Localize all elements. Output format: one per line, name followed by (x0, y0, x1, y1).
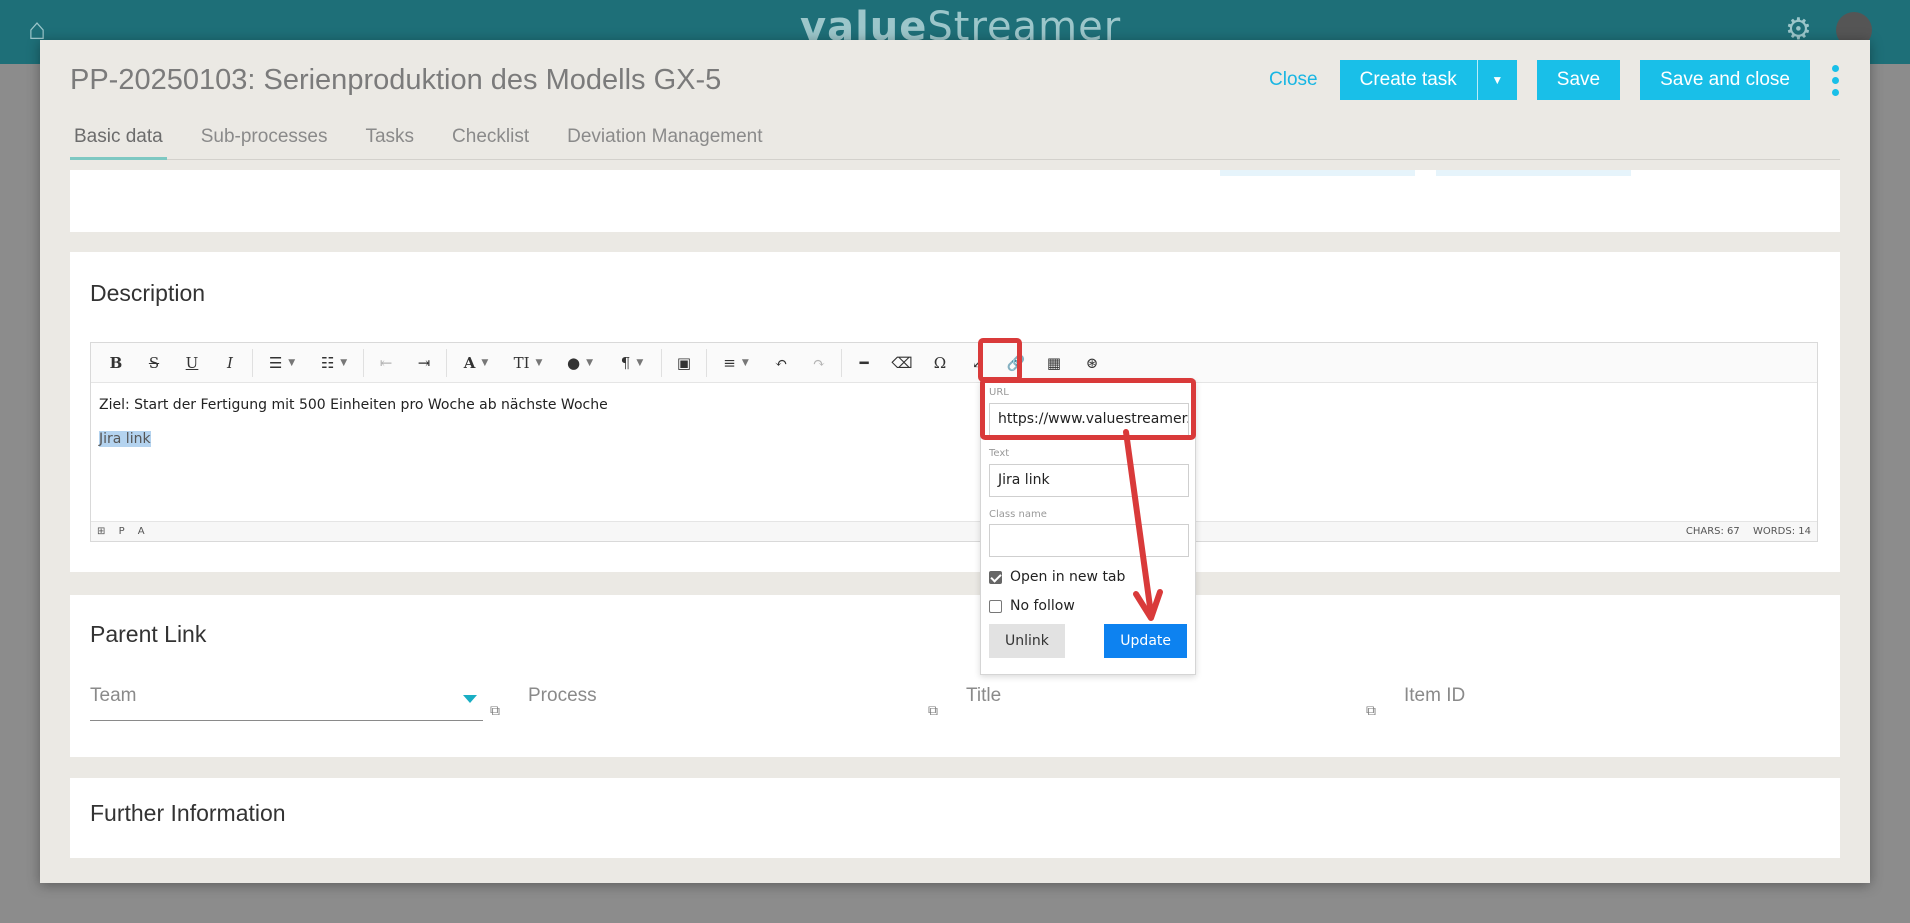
checkbox-checked-icon (989, 570, 1002, 584)
color-icon[interactable]: ● ▼ (554, 343, 606, 383)
dropdown-arrow-icon (463, 695, 477, 703)
open-new-tab-checkbox[interactable]: Open in new tab (989, 569, 1125, 585)
url-input[interactable]: https://www.valuestreamer. (989, 403, 1189, 436)
font-size-icon[interactable]: TI ▼ (502, 343, 554, 383)
create-task-button[interactable]: Create task (1339, 60, 1477, 100)
no-follow-label: No follow (1010, 598, 1075, 614)
save-button[interactable]: Save (1536, 60, 1621, 100)
text-label: Text (989, 448, 1010, 459)
link-edit-popup: URL https://www.valuestreamer. Text Jira… (980, 380, 1196, 675)
tab-basic-data[interactable]: Basic data (70, 126, 167, 160)
create-task-split-button: Create task ▼ (1339, 60, 1517, 100)
more-options-icon[interactable] (1830, 64, 1840, 96)
tab-checklist[interactable]: Checklist (448, 126, 533, 160)
editor-content[interactable]: Ziel: Start der Fertigung mit 500 Einhei… (91, 383, 1817, 479)
status-a: A (137, 526, 145, 537)
undo-icon[interactable]: ↶ (762, 343, 800, 383)
ghost-button (1436, 170, 1631, 176)
image-icon[interactable]: ▣ (665, 343, 703, 383)
tab-tasks[interactable]: Tasks (361, 126, 418, 160)
description-title: Description (90, 280, 206, 306)
strikethrough-icon[interactable]: S (135, 343, 173, 383)
horizontal-rule-icon[interactable]: ━ (845, 343, 883, 383)
word-count: WORDS: 14 (1752, 526, 1811, 537)
editor-toolbar: B S U I ☰ ▼ ☷ ▼ ⇤ ⇥ A ▼ TI ▼ ● ▼ ¶ ▼ ▣ ≡ ▼ ↶ (91, 343, 1817, 383)
redo-icon[interactable]: ↷ (800, 343, 838, 383)
description-text: Ziel: Start der Fertigung mit 500 Einhei… (99, 397, 608, 413)
link-icon[interactable]: 🔗 (997, 343, 1035, 383)
eraser-icon[interactable]: ⌫ (883, 343, 921, 383)
update-button[interactable]: Update (1104, 624, 1187, 658)
indent-icon[interactable]: ⇥ (405, 343, 443, 383)
align-icon[interactable]: ≡ ▼ (710, 343, 762, 383)
parent-link-card: Parent Link Team ⧉ Process ⧉ Title ⧉ Ite… (70, 595, 1840, 757)
team-select[interactable]: Team (90, 685, 483, 721)
tab-deviation-management[interactable]: Deviation Management (563, 126, 766, 160)
bullet-list-icon[interactable]: ☰ ▼ (256, 343, 308, 383)
chevron-down-icon[interactable]: ▼ (1476, 60, 1517, 100)
outdent-icon[interactable]: ⇤ (367, 343, 405, 383)
editor-statusbar: ⊞ P A CHARS: 67 WORDS: 14 (91, 521, 1817, 541)
class-name-label: Class name (989, 509, 1047, 520)
table-icon[interactable]: ▦ (1035, 343, 1073, 383)
class-name-input[interactable] (989, 524, 1189, 557)
parent-link-title: Parent Link (90, 621, 207, 647)
text-input[interactable]: Jira link (989, 464, 1189, 497)
item-id-field: Item ID (1404, 685, 1466, 706)
url-label: URL (989, 387, 1009, 398)
page-title: PP-20250103: Serienproduktion des Modell… (70, 64, 722, 96)
tab-bar: Basic data Sub-processes Tasks Checklist… (70, 126, 1840, 160)
bold-icon[interactable]: B (97, 343, 135, 383)
title-field: Title (966, 685, 1002, 706)
special-char-icon[interactable]: Ω (921, 343, 959, 383)
fullscreen-icon[interactable]: ⤢ (959, 343, 997, 383)
numbered-list-icon[interactable]: ☷ ▼ (308, 343, 360, 383)
char-count: CHARS: 67 (1685, 526, 1740, 537)
source-icon[interactable]: ⊛ (1073, 343, 1111, 383)
font-icon[interactable]: A ▼ (450, 343, 502, 383)
open-new-tab-label: Open in new tab (1010, 569, 1126, 585)
resize-icon[interactable]: ⊞ (97, 526, 105, 537)
no-follow-checkbox[interactable]: No follow (989, 598, 1075, 614)
close-button[interactable]: Close (1269, 69, 1318, 91)
process-field: Process (528, 685, 597, 706)
team-label: Team (90, 685, 137, 706)
rich-text-editor: B S U I ☰ ▼ ☷ ▼ ⇤ ⇥ A ▼ TI ▼ ● ▼ ¶ ▼ ▣ ≡ ▼ ↶ (90, 342, 1818, 542)
external-link-icon[interactable]: ⧉ (490, 703, 506, 719)
external-link-icon[interactable]: ⧉ (928, 703, 944, 719)
description-card: Description B S U I ☰ ▼ ☷ ▼ ⇤ ⇥ A ▼ TI ▼ ● ▼ … (70, 252, 1840, 572)
ghost-button (1220, 170, 1415, 176)
tab-sub-processes[interactable]: Sub-processes (197, 126, 332, 160)
further-information-card: Further Information (70, 778, 1840, 858)
selected-link-text[interactable]: Jira link (99, 431, 151, 447)
header-actions: Close Create task ▼ Save Save and close (1269, 60, 1840, 100)
underline-icon[interactable]: U (173, 343, 211, 383)
italic-icon[interactable]: I (211, 343, 249, 383)
status-p: P (118, 526, 125, 537)
further-information-title: Further Information (90, 800, 286, 826)
paragraph-icon[interactable]: ¶ ▼ (606, 343, 658, 383)
unlink-button[interactable]: Unlink (989, 624, 1065, 658)
process-modal: PP-20250103: Serienproduktion des Modell… (40, 40, 1870, 883)
external-link-icon[interactable]: ⧉ (1366, 703, 1382, 719)
basic-data-card (70, 170, 1840, 232)
save-and-close-button[interactable]: Save and close (1640, 60, 1810, 100)
checkbox-unchecked-icon (989, 599, 1002, 613)
